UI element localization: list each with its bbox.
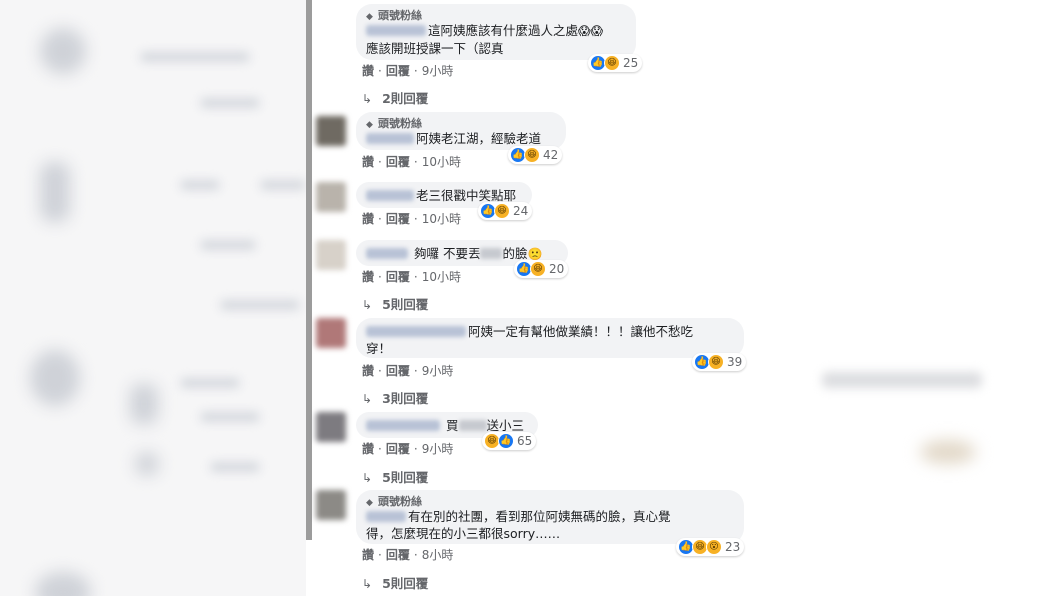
reply-arrow-icon: ↳ bbox=[362, 471, 373, 485]
like-link[interactable]: 讚 bbox=[362, 155, 374, 169]
comment-actions: 讚 · 回覆 · 10小時 bbox=[362, 270, 461, 284]
reply-link[interactable]: 回覆 bbox=[386, 64, 410, 78]
blurred-background-left bbox=[0, 0, 306, 596]
timestamp[interactable]: 9小時 bbox=[422, 64, 454, 78]
comment-actions: 讚 · 回覆 · 8小時 bbox=[362, 548, 454, 562]
blurred-author-name[interactable] bbox=[366, 420, 440, 431]
comment-bubble: ◆ 頭號粉絲 阿姨老江湖，經驗老道 bbox=[356, 112, 566, 150]
reply-arrow-icon: ↳ bbox=[362, 577, 373, 591]
avatar[interactable] bbox=[316, 490, 346, 520]
comment-text: 這阿姨應該有什麼過人之處 bbox=[428, 23, 579, 38]
haha-reaction-icon: 😆 bbox=[604, 55, 620, 71]
reply-arrow-icon: ↳ bbox=[362, 392, 373, 406]
reaction-summary[interactable]: 👍 😆 20 bbox=[514, 260, 569, 278]
comment-actions: 讚 · 回覆 · 9小時 bbox=[362, 64, 454, 78]
reply-link[interactable]: 回覆 bbox=[386, 442, 410, 456]
comment-text: 夠囉 不要丟 bbox=[413, 246, 481, 261]
reply-link[interactable]: 回覆 bbox=[386, 155, 410, 169]
haha-reaction-icon: 😆 bbox=[494, 203, 510, 219]
timestamp[interactable]: 9小時 bbox=[422, 364, 454, 378]
reaction-summary[interactable]: 👍 😆 24 bbox=[478, 202, 533, 220]
reply-link[interactable]: 回覆 bbox=[386, 270, 410, 284]
blurred-author-name[interactable] bbox=[366, 326, 466, 337]
like-link[interactable]: 讚 bbox=[362, 270, 374, 284]
like-link[interactable]: 讚 bbox=[362, 548, 374, 562]
scream-emoji: 😱 bbox=[590, 24, 604, 38]
view-replies-link[interactable]: ↳ 2則回覆 bbox=[362, 88, 428, 107]
timestamp[interactable]: 10小時 bbox=[422, 212, 461, 226]
diamond-badge-icon: ◆ bbox=[366, 12, 373, 22]
top-fan-badge: ◆ 頭號粉絲 bbox=[366, 9, 422, 22]
avatar[interactable] bbox=[316, 318, 346, 348]
comment-text: 的臉 bbox=[502, 246, 528, 261]
comment-text: 得，怎麼現在的小三都很sorry…… bbox=[366, 526, 561, 541]
reply-arrow-icon: ↳ bbox=[362, 92, 373, 106]
comment-bubble: ◆ 頭號粉絲 這阿姨應該有什麼過人之處😱😱 應該開班授課一下（認真 bbox=[356, 4, 636, 60]
comment-text: 送小三 bbox=[486, 418, 525, 433]
top-fan-badge: ◆ 頭號粉絲 bbox=[366, 495, 422, 508]
avatar[interactable] bbox=[316, 116, 346, 146]
like-link[interactable]: 讚 bbox=[362, 442, 374, 456]
comment-text: 應該開班授課一下（認真 bbox=[366, 41, 504, 56]
blurred-author-name[interactable] bbox=[366, 133, 414, 144]
avatar[interactable] bbox=[316, 182, 346, 212]
redacted-word bbox=[458, 420, 487, 431]
view-replies-link[interactable]: ↳ 3則回覆 bbox=[362, 388, 428, 407]
reply-arrow-icon: ↳ bbox=[362, 298, 373, 312]
comment-actions: 讚 · 回覆 · 10小時 bbox=[362, 212, 461, 226]
reply-link[interactable]: 回覆 bbox=[386, 212, 410, 226]
redacted-word bbox=[480, 248, 503, 259]
diamond-badge-icon: ◆ bbox=[366, 498, 373, 508]
haha-reaction-icon: 😆 bbox=[524, 147, 540, 163]
timestamp[interactable]: 9小時 bbox=[422, 442, 454, 456]
reaction-summary[interactable]: 👍 😆 42 bbox=[508, 146, 563, 164]
haha-reaction-icon: 😆 bbox=[530, 261, 546, 277]
comment-text: 買 bbox=[445, 418, 459, 433]
top-fan-badge: ◆ 頭號粉絲 bbox=[366, 117, 422, 130]
timestamp[interactable]: 10小時 bbox=[422, 155, 461, 169]
haha-reaction-icon: 😆 bbox=[708, 354, 724, 370]
blurred-author-name[interactable] bbox=[366, 190, 414, 201]
blurred-background-right bbox=[760, 0, 1060, 596]
reply-link[interactable]: 回覆 bbox=[386, 364, 410, 378]
view-replies-link[interactable]: ↳ 5則回覆 bbox=[362, 294, 428, 313]
scream-emoji: 😱 bbox=[578, 24, 591, 38]
diamond-badge-icon: ◆ bbox=[366, 120, 373, 130]
wow-reaction-icon: 😮 bbox=[706, 539, 722, 555]
reaction-summary[interactable]: 👍 😆 39 bbox=[692, 353, 747, 371]
blurred-author-name[interactable] bbox=[366, 25, 426, 36]
view-replies-link[interactable]: ↳ 5則回覆 bbox=[362, 467, 428, 486]
timestamp[interactable]: 10小時 bbox=[422, 270, 461, 284]
like-link[interactable]: 讚 bbox=[362, 212, 374, 226]
reaction-summary[interactable]: 👍 😆 25 bbox=[588, 54, 643, 72]
blurred-author-name[interactable] bbox=[366, 511, 406, 522]
frown-emoji: 🙁 bbox=[527, 247, 543, 261]
avatar[interactable] bbox=[316, 240, 346, 270]
comment-text: 穿！ bbox=[366, 341, 392, 356]
comment-text: 阿姨一定有幫他做業績！！！讓他不愁吃 bbox=[468, 324, 694, 339]
reaction-summary[interactable]: 👍 😆 😮 23 bbox=[676, 538, 745, 556]
comment-text: 老三很戳中笑點耶 bbox=[416, 188, 517, 203]
like-link[interactable]: 讚 bbox=[362, 64, 374, 78]
avatar[interactable] bbox=[316, 412, 346, 442]
like-reaction-icon: 👍 bbox=[498, 433, 514, 449]
comment-text: 阿姨老江湖，經驗老道 bbox=[416, 131, 542, 146]
reply-link[interactable]: 回覆 bbox=[386, 548, 410, 562]
timestamp[interactable]: 8小時 bbox=[422, 548, 454, 562]
comment-actions: 讚 · 回覆 · 9小時 bbox=[362, 442, 454, 456]
like-link[interactable]: 讚 bbox=[362, 364, 374, 378]
comment-actions: 讚 · 回覆 · 9小時 bbox=[362, 364, 454, 378]
comment-bubble: ◆ 頭號粉絲 有在別的社團，看到那位阿姨無碼的臉，真心覺 得，怎麼現在的小三都很s… bbox=[356, 490, 744, 544]
comment-text: 有在別的社團，看到那位阿姨無碼的臉，真心覺 bbox=[408, 509, 671, 524]
reaction-summary[interactable]: 😆 👍 65 bbox=[482, 432, 537, 450]
comment-bubble: 阿姨一定有幫他做業績！！！讓他不愁吃 穿！ bbox=[356, 318, 744, 358]
view-replies-link[interactable]: ↳ 5則回覆 bbox=[362, 573, 428, 592]
comment-actions: 讚 · 回覆 · 10小時 bbox=[362, 155, 461, 169]
comment-feed: ◆ 頭號粉絲 這阿姨應該有什麼過人之處😱😱 應該開班授課一下（認真 👍 😆 25 讚 ·… bbox=[312, 0, 760, 596]
blurred-author-name[interactable] bbox=[366, 248, 408, 259]
